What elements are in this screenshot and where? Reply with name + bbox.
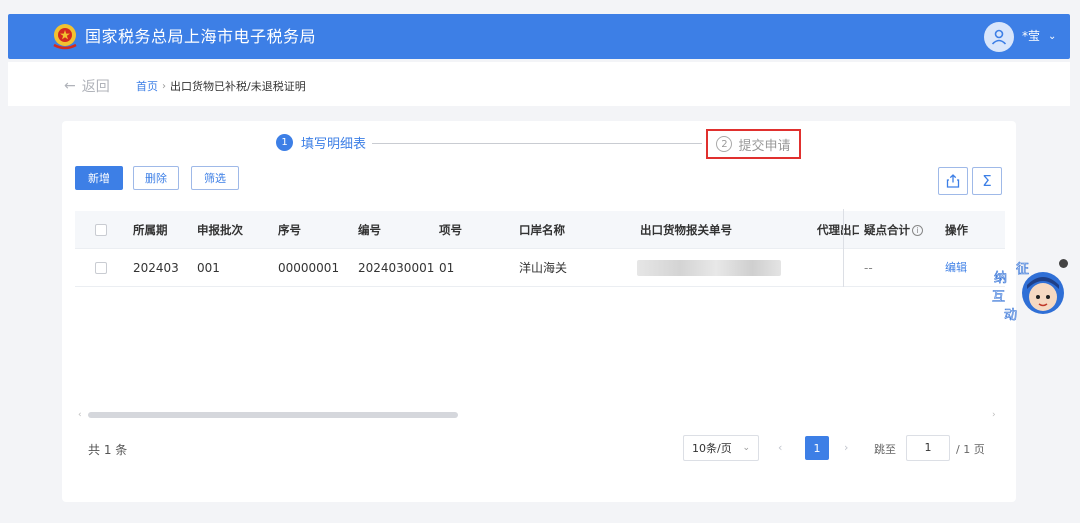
column-header: 疑点合计 [864, 223, 910, 237]
chevron-down-icon: ⌄ [742, 443, 750, 453]
chevron-right-icon: › [162, 80, 166, 92]
current-page-button[interactable]: 1 [805, 436, 829, 460]
back-button[interactable]: ← 返回 [64, 76, 110, 96]
cell-serial: 00000001 [278, 261, 340, 275]
step-label: 填写明细表 [301, 137, 367, 152]
tax-assistant-widget[interactable]: 征 纳 互 动 [990, 255, 1066, 325]
arrow-left-icon: ← [64, 78, 76, 94]
breadcrumb-home[interactable]: 首页 [136, 78, 158, 94]
scrollbar-thumb[interactable] [88, 412, 458, 418]
helper-char: 动 [1004, 308, 1017, 323]
page-size-value: 10条/页 [692, 442, 732, 455]
next-page-button[interactable]: › [844, 441, 848, 454]
helper-char: 征 [1016, 262, 1029, 277]
fixed-column-divider [843, 209, 844, 287]
widget-close-icon[interactable] [1059, 259, 1068, 268]
user-name[interactable]: *莹 [1022, 14, 1040, 59]
breadcrumb: 首页 › 出口货物已补税/未退税证明 [136, 78, 306, 94]
step-label: 提交申请 [738, 138, 791, 154]
info-icon[interactable]: i [912, 225, 923, 236]
table-row: 202403 001 00000001 2024030001 01 洋山海关 -… [75, 249, 1005, 287]
sigma-icon: Σ [982, 172, 992, 190]
step-connector [372, 143, 702, 144]
table-header: 所属期 申报批次 序号 编号 项号 口岸名称 出口货物报关单号 代理出口 疑点合… [75, 211, 1005, 249]
breadcrumb-bar: ← 返回 首页 › 出口货物已补税/未退税证明 [8, 62, 1070, 106]
column-header[interactable]: 口岸名称 [519, 211, 565, 249]
delete-button[interactable]: 删除 [133, 166, 179, 190]
breadcrumb-current: 出口货物已补税/未退税证明 [170, 80, 306, 93]
total-count: 共 1 条 [88, 443, 128, 457]
helper-char: 互 [992, 290, 1005, 305]
row-checkbox[interactable] [95, 262, 107, 274]
column-header[interactable]: 代理出口 [817, 211, 859, 249]
filter-button[interactable]: 筛选 [191, 166, 239, 190]
prev-page-button[interactable]: ‹ [778, 441, 782, 454]
redacted-declaration-number [637, 260, 781, 276]
export-button[interactable] [938, 167, 968, 195]
sum-button[interactable]: Σ [972, 167, 1002, 195]
column-header[interactable]: 编号 [358, 211, 381, 249]
scroll-right-icon[interactable]: › [992, 410, 996, 420]
step-fill-details: 1 填写明细表 [276, 133, 366, 152]
chevron-down-icon[interactable]: ⌄ [1048, 14, 1056, 59]
column-header[interactable]: 出口货物报关单号 [640, 211, 732, 249]
share-export-icon [946, 174, 960, 188]
step-submit-application: 2 提交申请 [706, 129, 801, 159]
column-header[interactable]: 申报批次 [197, 211, 243, 249]
column-header[interactable]: 所属期 [133, 211, 168, 249]
column-header[interactable]: 序号 [278, 211, 301, 249]
select-all-checkbox[interactable] [95, 224, 107, 236]
cell-port: 洋山海关 [519, 261, 568, 275]
helper-char: 纳 [994, 271, 1007, 286]
step-number: 2 [716, 136, 733, 152]
user-icon [991, 29, 1007, 45]
back-label: 返回 [81, 79, 110, 95]
cell-item-no: 01 [439, 261, 455, 275]
cell-code: 2024030001 [358, 261, 435, 275]
site-title: 国家税务总局上海市电子税务局 [85, 27, 317, 46]
edit-link[interactable]: 编辑 [945, 249, 967, 287]
add-button[interactable]: 新增 [75, 166, 123, 190]
total-pages: / 1 页 [956, 443, 985, 456]
jump-page-input[interactable]: 1 [906, 435, 950, 461]
national-emblem-icon [53, 24, 77, 50]
cell-batch: 001 [197, 261, 220, 275]
cell-period: 202403 [133, 261, 179, 275]
column-header-suspect-total[interactable]: 疑点合计 i [864, 211, 923, 249]
main-card: 1 填写明细表 2 提交申请 新增 删除 筛选 Σ 所属期 申报批次 序号 编号… [62, 121, 1016, 502]
cell-suspect-total: -- [864, 261, 873, 275]
jump-label: 跳至 [874, 443, 896, 456]
column-header[interactable]: 项号 [439, 211, 462, 249]
column-header: 操作 [945, 223, 968, 237]
top-bar: 国家税务总局上海市电子税务局 *莹 ⌄ [8, 14, 1070, 59]
page-size-select[interactable]: 10条/页 ⌄ [683, 435, 759, 461]
user-avatar[interactable] [984, 22, 1014, 52]
horizontal-scrollbar[interactable] [76, 412, 1002, 420]
step-number: 1 [276, 134, 293, 151]
